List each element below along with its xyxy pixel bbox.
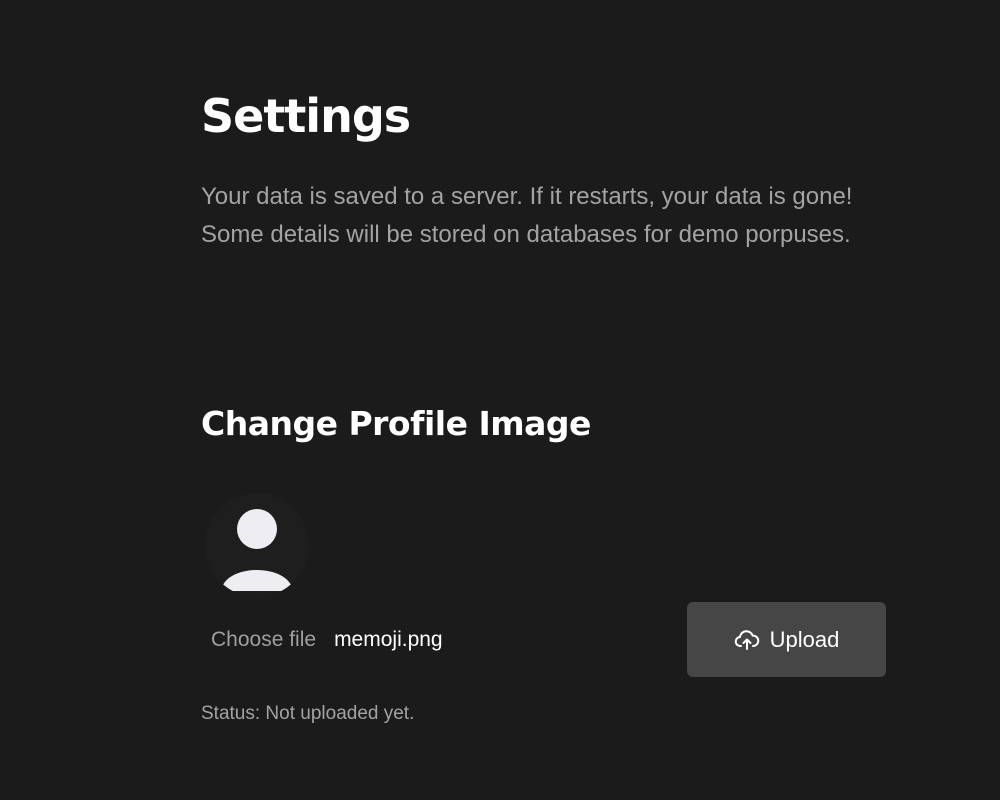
page-description: Your data is saved to a server. If it re… — [201, 183, 853, 248]
upload-button[interactable]: Upload — [687, 602, 886, 677]
selected-file-name: memoji.png — [334, 628, 443, 651]
file-input[interactable]: Choose file memoji.png — [211, 624, 443, 656]
upload-button-label: Upload — [769, 626, 840, 652]
user-silhouette-icon — [221, 509, 293, 591]
settings-page: Settings Your data is saved to a server.… — [0, 0, 1000, 800]
avatar — [205, 493, 309, 597]
page-title: Settings — [201, 89, 411, 143]
choose-file-button[interactable]: Choose file — [211, 628, 316, 652]
cloud-upload-icon — [734, 627, 760, 653]
profile-image-section-title: Change Profile Image — [201, 404, 591, 443]
upload-status: Status: Not uploaded yet. — [201, 703, 415, 724]
